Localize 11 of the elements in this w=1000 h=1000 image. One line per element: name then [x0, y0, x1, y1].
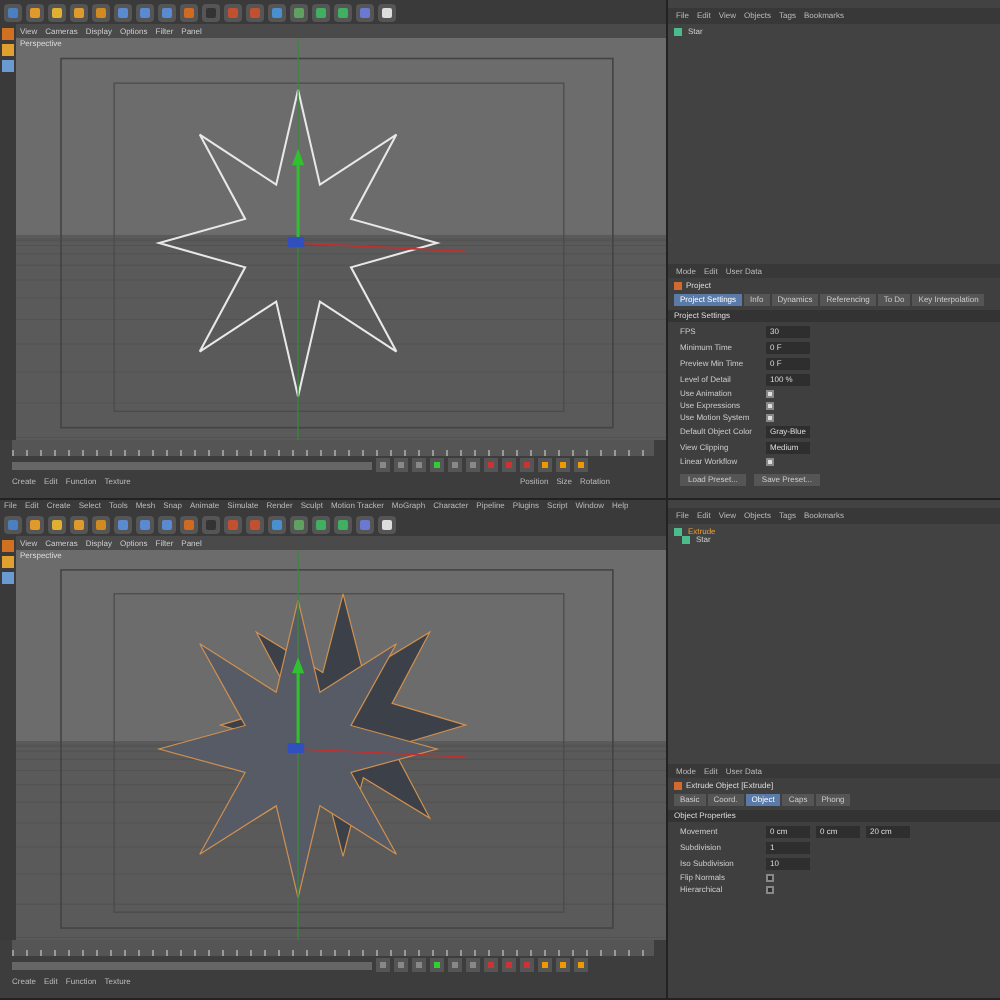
checkbox[interactable] [766, 458, 774, 466]
checkbox[interactable] [766, 390, 774, 398]
checkbox[interactable] [766, 874, 774, 882]
checkbox[interactable] [766, 886, 774, 894]
checkbox[interactable] [766, 402, 774, 410]
timeline-ruler[interactable] [12, 940, 654, 956]
checkbox[interactable] [766, 414, 774, 422]
timeline-ruler[interactable] [12, 440, 654, 456]
object-icon [674, 282, 682, 290]
object-icon [674, 28, 682, 36]
object-icon [674, 782, 682, 790]
